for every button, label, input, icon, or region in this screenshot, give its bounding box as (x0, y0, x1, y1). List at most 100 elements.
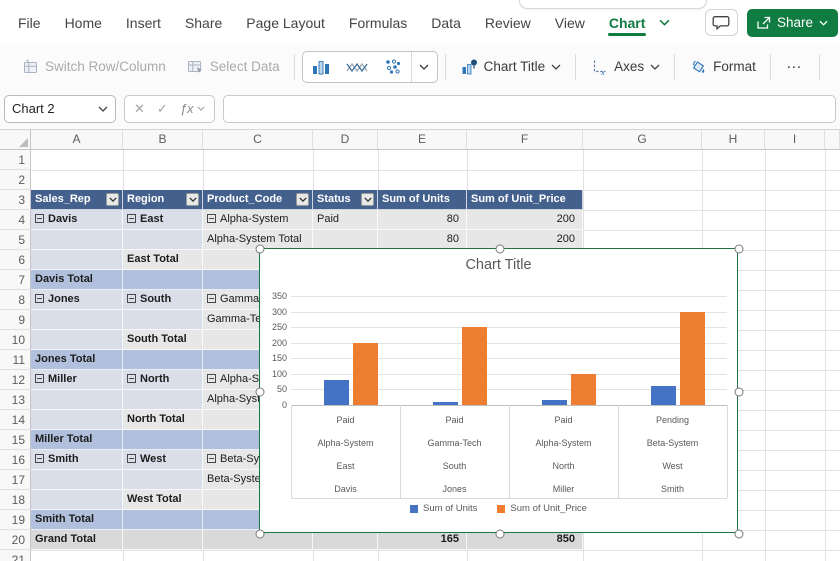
collapse-toggle-icon[interactable] (35, 294, 44, 303)
pivot-cell-A16[interactable]: Smith (31, 450, 123, 470)
bar-sum-of-units-2[interactable] (542, 400, 567, 405)
pivot-cell-F3[interactable]: Sum of Unit_Price (467, 190, 583, 210)
column-chart-type-button[interactable] (303, 52, 339, 82)
column-header-E[interactable]: E (378, 130, 467, 149)
pivot-cell-F5[interactable]: 200 (467, 230, 583, 250)
pivot-cell-A17[interactable] (31, 470, 123, 490)
pivot-cell-B11[interactable] (123, 350, 203, 370)
pivot-cell-A12[interactable]: Miller (31, 370, 123, 390)
pivot-cell-A11[interactable]: Jones Total (31, 350, 123, 370)
selection-handle[interactable] (255, 387, 265, 396)
pivot-cell-A5[interactable] (31, 230, 123, 250)
collapse-toggle-icon[interactable] (127, 294, 136, 303)
collapse-toggle-icon[interactable] (207, 374, 216, 383)
axes-button[interactable]: x Axes (583, 52, 667, 82)
collapse-toggle-icon[interactable] (127, 454, 136, 463)
pivot-cell-B20[interactable] (123, 530, 203, 550)
pivot-cell-B4[interactable]: East (123, 210, 203, 230)
tab-home[interactable]: Home (64, 3, 103, 43)
pivot-cell-F20[interactable]: 850 (467, 530, 583, 550)
bar-sum-of-unit-price-1[interactable] (462, 327, 487, 405)
selection-handle[interactable] (495, 244, 504, 254)
bar-sum-of-unit-price-0[interactable] (353, 342, 378, 405)
collapse-toggle-icon[interactable] (127, 214, 136, 223)
row-header-15[interactable]: 15 (0, 430, 30, 450)
pivot-cell-A15[interactable]: Miller Total (31, 430, 123, 450)
column-header-D[interactable]: D (313, 130, 378, 149)
column-header-C[interactable]: C (203, 130, 313, 149)
line-chart-type-button[interactable] (339, 52, 375, 82)
pivot-cell-A8[interactable]: Jones (31, 290, 123, 310)
row-header-20[interactable]: 20 (0, 530, 30, 550)
pivot-cell-B19[interactable] (123, 510, 203, 530)
row-header-9[interactable]: 9 (0, 310, 30, 330)
pivot-cell-A6[interactable] (31, 250, 123, 270)
row-header-2[interactable]: 2 (0, 170, 30, 190)
row-header-21[interactable]: 21 (0, 550, 30, 561)
row-header-13[interactable]: 13 (0, 390, 30, 410)
pivot-cell-A19[interactable]: Smith Total (31, 510, 123, 530)
selection-handle[interactable] (255, 529, 265, 539)
pivot-cell-B17[interactable] (123, 470, 203, 490)
scatter-chart-type-button[interactable] (375, 52, 411, 82)
pivot-cell-A10[interactable] (31, 330, 123, 350)
chevron-down-icon[interactable] (659, 19, 670, 26)
row-header-10[interactable]: 10 (0, 330, 30, 350)
filter-dropdown-button[interactable] (296, 193, 309, 206)
filter-dropdown-button[interactable] (186, 193, 199, 206)
pivot-cell-F4[interactable]: 200 (467, 210, 583, 230)
collapse-toggle-icon[interactable] (35, 454, 44, 463)
chart-title[interactable]: Chart Title (260, 257, 737, 273)
pivot-cell-A4[interactable]: Davis (31, 210, 123, 230)
row-header-1[interactable]: 1 (0, 150, 30, 170)
chart-legend[interactable]: Sum of Units Sum of Unit_Price (260, 503, 737, 514)
pivot-cell-D5[interactable] (313, 230, 378, 250)
collapse-toggle-icon[interactable] (35, 214, 44, 223)
collapse-toggle-icon[interactable] (207, 214, 216, 223)
embedded-chart[interactable]: Chart Title 0 50 100 150 200 250 300 350 Paid Alph… (255, 244, 744, 539)
tab-view[interactable]: View (554, 3, 586, 43)
column-header-H[interactable]: H (702, 130, 765, 149)
collapse-toggle-icon[interactable] (207, 454, 216, 463)
pivot-cell-A3[interactable]: Sales_Rep (31, 190, 123, 210)
row-header-5[interactable]: 5 (0, 230, 30, 250)
tab-chart[interactable]: Chart (607, 3, 647, 43)
pivot-cell-A14[interactable] (31, 410, 123, 430)
pivot-cell-B7[interactable] (123, 270, 203, 290)
row-header-12[interactable]: 12 (0, 370, 30, 390)
pivot-cell-B16[interactable]: West (123, 450, 203, 470)
name-box[interactable]: Chart 2 (4, 94, 116, 123)
pivot-cell-B10[interactable]: South Total (123, 330, 203, 350)
row-header-14[interactable]: 14 (0, 410, 30, 430)
column-header-F[interactable]: F (467, 130, 583, 149)
chart-title-button[interactable]: Chart Title (453, 52, 569, 82)
row-header-6[interactable]: 6 (0, 250, 30, 270)
tab-formulas[interactable]: Formulas (348, 3, 408, 43)
bar-sum-of-units-0[interactable] (324, 380, 349, 405)
column-header-A[interactable]: A (31, 130, 123, 149)
select-data-button[interactable]: Select Data (179, 52, 287, 82)
selection-handle[interactable] (255, 244, 265, 254)
row-header-3[interactable]: 3 (0, 190, 30, 210)
pivot-cell-B9[interactable] (123, 310, 203, 330)
tab-page-layout[interactable]: Page Layout (245, 3, 326, 43)
bar-sum-of-units-1[interactable] (433, 401, 458, 405)
tab-insert[interactable]: Insert (125, 3, 162, 43)
pivot-cell-C4[interactable]: Alpha-System (203, 210, 313, 230)
filter-dropdown-button[interactable] (106, 193, 119, 206)
row-header-8[interactable]: 8 (0, 290, 30, 310)
pivot-cell-E3[interactable]: Sum of Units (378, 190, 467, 210)
pivot-cell-A13[interactable] (31, 390, 123, 410)
pivot-cell-B12[interactable]: North (123, 370, 203, 390)
pivot-cell-C3[interactable]: Product_Code (203, 190, 313, 210)
comments-button[interactable] (704, 9, 738, 36)
pivot-cell-B3[interactable]: Region (123, 190, 203, 210)
row-header-19[interactable]: 19 (0, 510, 30, 530)
pivot-cell-D4[interactable]: Paid (313, 210, 378, 230)
share-button[interactable]: Share (746, 8, 838, 37)
filter-dropdown-button[interactable] (361, 193, 374, 206)
select-all-corner[interactable] (0, 130, 31, 149)
pivot-cell-A18[interactable] (31, 490, 123, 510)
bar-sum-of-unit-price-3[interactable] (680, 311, 705, 405)
selection-handle[interactable] (734, 244, 744, 254)
